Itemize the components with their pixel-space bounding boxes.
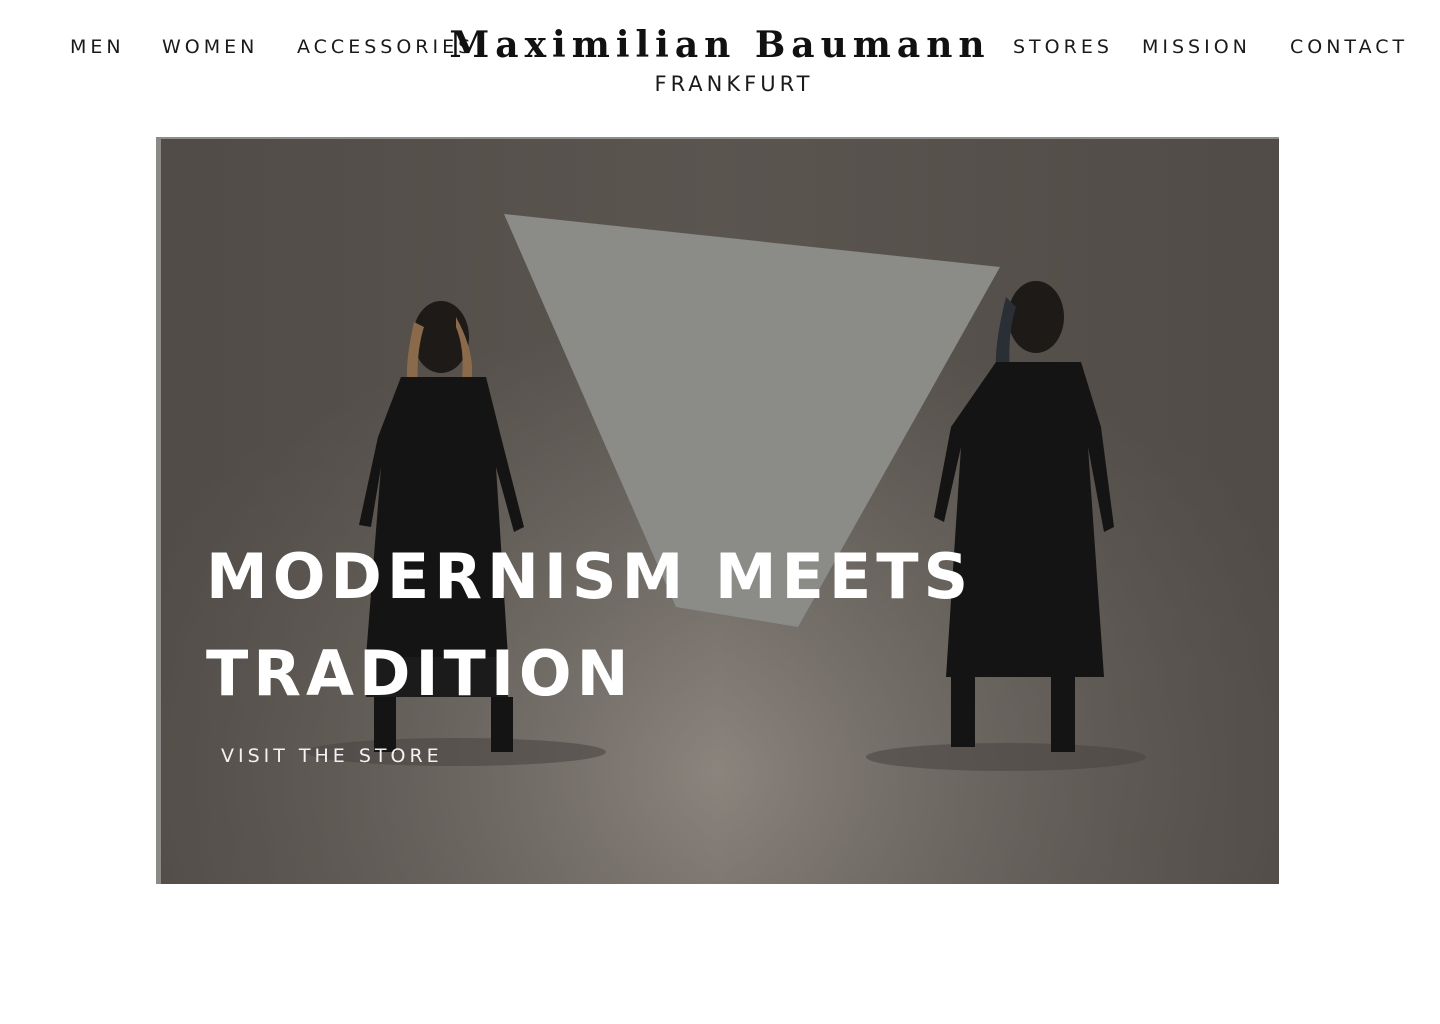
- hero-left-border: [156, 137, 161, 884]
- hero-headline-line2: TRADITION: [206, 637, 634, 710]
- nav-stores[interactable]: STORES: [1013, 36, 1113, 58]
- hero-top-border: [156, 137, 1279, 139]
- nav-contact[interactable]: CONTACT: [1290, 36, 1408, 58]
- hero-banner: MODERNISM MEETS TRADITION VISIT THE STOR…: [156, 137, 1279, 884]
- hero-headline-line1: MODERNISM MEETS: [206, 540, 974, 613]
- visit-store-link[interactable]: VISIT THE STORE: [221, 745, 443, 767]
- nav-mission[interactable]: MISSION: [1142, 36, 1251, 58]
- hero-image: [156, 137, 1279, 884]
- brand-city: FRANKFURT: [654, 72, 814, 96]
